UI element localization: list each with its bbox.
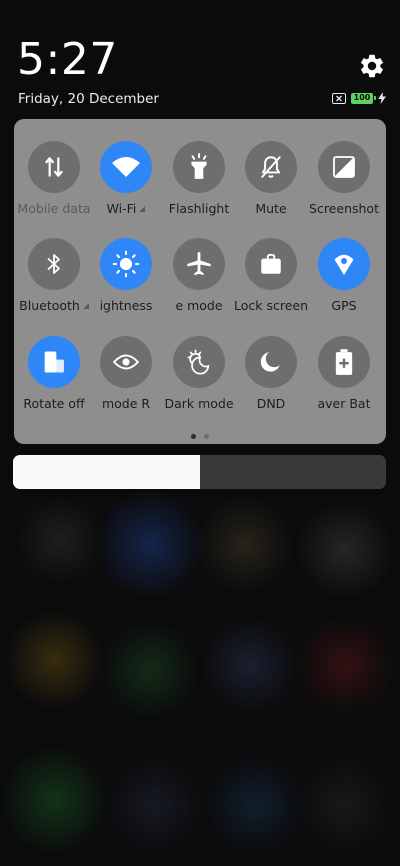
tile-label: DND [229,396,313,412]
wifi-icon [100,141,152,193]
tile-eye[interactable]: mode R [90,336,162,418]
tile-label-text: Mute [255,201,287,216]
clock-time: 5:27 [17,34,118,85]
tile-screenshot[interactable]: Screenshot [308,141,380,223]
brightness-icon [100,238,152,290]
tile-label-text: Lock screen [233,298,309,313]
tile-label: Wi-Fi [84,201,168,217]
settings-gear-icon[interactable] [358,52,386,80]
tile-label: mode R [84,396,168,412]
page-indicator [14,434,386,439]
tile-label-text: Rotate off [23,396,85,411]
tile-label: Screenshot [302,201,386,217]
tile-flashlight[interactable]: Flashlight [163,141,235,223]
page-dot-2[interactable] [204,434,209,439]
page-dot-1[interactable] [191,434,196,439]
charging-bolt-icon [378,92,386,104]
tile-label: Mute [229,201,313,217]
rotate-lock-icon [28,336,80,388]
tile-wifi[interactable]: Wi-Fi [90,141,162,223]
tile-bell-off[interactable]: Mute [235,141,307,223]
eye-icon [100,336,152,388]
flashlight-icon [173,141,225,193]
date-text: Friday, 20 December [18,91,159,107]
tile-label-text: mode R [101,396,151,411]
tile-label-text: aver Bat [317,396,371,411]
battery-icon: 100 [351,92,376,104]
bluetooth-icon [28,238,80,290]
screenshot-icon [318,141,370,193]
tile-label: Lock screen [229,298,313,314]
tile-label-text: Flashlight [168,201,230,216]
tile-label-text: GPS [331,298,357,313]
status-icons: 100 [332,90,386,106]
tile-label-text: Screenshot [309,201,379,216]
brightness-slider-fill [13,455,200,489]
no-sim-icon [332,92,346,104]
tile-label-text: DND [256,396,286,411]
tile-dark-mode[interactable]: Dark mode [163,336,235,418]
mobile-data-icon [28,141,80,193]
tile-lock-screen[interactable]: Lock screen [234,238,308,320]
tile-label-text: ightness [99,298,153,313]
moon-icon [245,336,297,388]
battery-saver-icon [318,336,370,388]
tile-rotate-lock[interactable]: Rotate off [18,336,90,418]
tile-label: aver Bat [302,396,386,412]
tile-label-text: Mobile data [17,201,91,216]
bell-off-icon [245,141,297,193]
tile-airplane[interactable]: e mode [163,238,235,320]
tile-location[interactable]: GPS [308,238,380,320]
brightness-slider[interactable] [13,455,386,489]
tile-label-text: Wi-Fi [106,201,137,216]
lock-screen-icon [245,238,297,290]
tile-bluetooth[interactable]: Bluetooth [18,238,90,320]
tile-label: ightness [84,298,168,314]
tile-brightness[interactable]: ightness [90,238,162,320]
location-icon [318,238,370,290]
battery-level: 100 [352,93,372,103]
dark-mode-icon [173,336,225,388]
expand-indicator-icon [139,206,146,212]
airplane-icon [173,238,225,290]
tile-mobile-data[interactable]: Mobile data [17,141,91,223]
tile-label-text: Bluetooth [19,298,80,313]
tile-label: GPS [302,298,386,314]
tile-label-text: Dark mode [164,396,234,411]
quick-settings-panel: Mobile data Wi-Fi Flashlight Mute Screenshot… [14,119,386,444]
tile-battery-saver[interactable]: aver Bat [308,336,380,418]
tile-label-text: e mode [175,298,223,313]
tile-moon[interactable]: DND [235,336,307,418]
